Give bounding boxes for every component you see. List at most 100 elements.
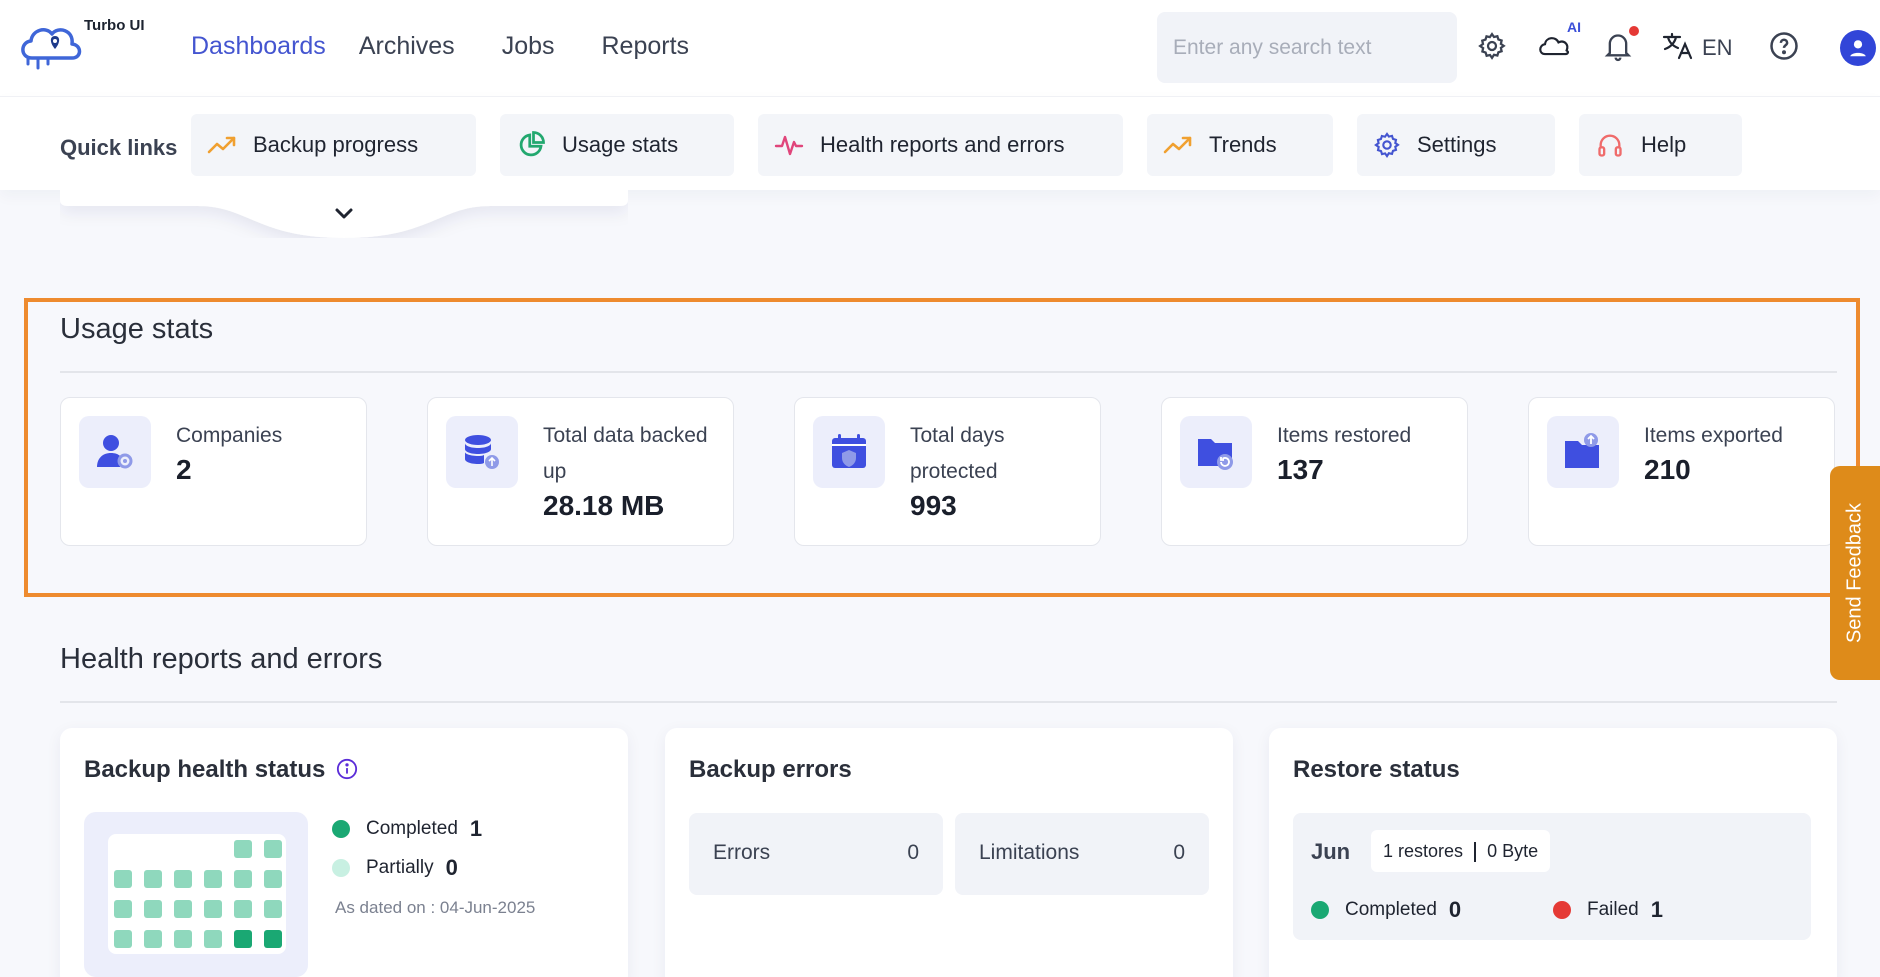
top-navigation-bar: Turbo UI Dashboards Archives Jobs Report…	[0, 0, 1880, 96]
stat-card-companies: Companies 2	[60, 397, 367, 546]
heatmap-cell	[204, 900, 222, 918]
restore-month: Jun	[1311, 839, 1351, 864]
errors-value: 0	[907, 841, 919, 864]
pill-separator	[1474, 842, 1477, 863]
stat-card-items-restored: Items restored 137	[1161, 397, 1468, 546]
language-selector[interactable]: EN	[1702, 35, 1733, 61]
errors-label: Errors	[713, 841, 771, 864]
quick-link-label: Health reports and errors	[820, 132, 1065, 157]
send-feedback-button[interactable]: Send Feedback	[1830, 466, 1880, 680]
stat-label: Total days protected	[910, 424, 1005, 483]
nav-archives[interactable]: Archives	[359, 32, 455, 61]
restore-status-title: Restore status	[1293, 756, 1460, 783]
legend-value: 0	[1448, 897, 1462, 922]
quick-link-label: Usage stats	[562, 132, 679, 157]
quick-link-backup-progress[interactable]: Backup progress	[191, 114, 476, 176]
restore-size: 0 Byte	[1487, 841, 1539, 861]
heatmap-cell	[174, 870, 192, 888]
heatmap-cell	[204, 870, 222, 888]
legend-value: 1	[1650, 897, 1663, 922]
heatmap-cell	[144, 870, 162, 888]
folder-export-icon	[1547, 416, 1619, 488]
heatmap-cell	[234, 870, 252, 888]
stat-value: 210	[1644, 454, 1691, 485]
nav-jobs[interactable]: Jobs	[502, 32, 555, 61]
gear-icon	[1374, 132, 1400, 158]
folder-restore-icon	[1180, 416, 1252, 488]
stat-value: 137	[1277, 454, 1324, 485]
main-nav: Dashboards Archives Jobs Reports	[191, 32, 722, 61]
notification-dot	[1629, 26, 1639, 36]
restore-failed: Failed 1	[1553, 897, 1663, 923]
heatmap-cell	[264, 840, 282, 858]
heatmap-cell	[114, 930, 132, 948]
user-gear-icon	[79, 416, 151, 488]
heatmap-cell	[114, 900, 132, 918]
pie-chart-icon	[519, 131, 545, 157]
send-feedback-label: Send Feedback	[1843, 502, 1866, 644]
translate-icon[interactable]	[1660, 28, 1696, 64]
settings-gear-icon[interactable]	[1474, 28, 1510, 64]
trending-up-icon	[207, 136, 236, 154]
heatmap-cell	[264, 930, 282, 948]
legend-partially: Partially 0	[332, 855, 458, 881]
quick-link-usage-stats[interactable]: Usage stats	[500, 114, 734, 176]
quick-link-health-reports[interactable]: Health reports and errors	[758, 114, 1123, 176]
stat-value: 28.18 MB	[543, 490, 665, 521]
limitations-box[interactable]: Limitations 0	[955, 813, 1209, 895]
stat-label: Total data backed up	[543, 424, 708, 483]
stat-label: Companies	[176, 424, 283, 447]
quick-link-settings[interactable]: Settings	[1357, 114, 1555, 176]
nav-dashboards[interactable]: Dashboards	[191, 32, 326, 61]
limitations-label: Limitations	[979, 841, 1080, 864]
user-avatar[interactable]	[1840, 30, 1876, 66]
calendar-shield-icon	[813, 416, 885, 488]
legend-value: 0	[445, 855, 458, 880]
stat-card-total-data: Total data backed up 28.18 MB	[427, 397, 734, 546]
completed-dot	[332, 820, 350, 838]
quick-link-trends[interactable]: Trends	[1147, 114, 1333, 176]
errors-box[interactable]: Errors 0	[689, 813, 943, 895]
stat-card-total-days: Total days protected 993	[794, 397, 1101, 546]
quick-links-title: Quick links	[60, 135, 178, 160]
legend-label: Partially	[366, 857, 434, 878]
turbo-ui-logo[interactable]	[16, 18, 86, 70]
limitations-value: 0	[1173, 841, 1185, 864]
legend-label: Completed	[366, 818, 458, 839]
help-question-icon[interactable]	[1766, 28, 1802, 64]
quick-link-help[interactable]: Help	[1579, 114, 1742, 176]
pulse-icon	[774, 135, 804, 156]
quick-link-label: Trends	[1209, 132, 1277, 157]
heatmap-cell	[264, 870, 282, 888]
heatmap-cell	[144, 930, 162, 948]
restore-count: 1 restores	[1383, 841, 1464, 861]
quick-link-label: Settings	[1417, 132, 1497, 157]
failed-dot	[1553, 901, 1571, 919]
app-name: Turbo UI	[84, 17, 145, 34]
legend-label: Completed	[1345, 899, 1437, 920]
stat-label: Items restored	[1277, 424, 1412, 447]
quick-link-label: Help	[1641, 132, 1687, 157]
heatmap-cell	[144, 900, 162, 918]
partial-dot	[332, 859, 350, 877]
database-icon	[446, 416, 518, 488]
heatmap-cell	[204, 930, 222, 948]
heatmap-cell	[114, 870, 132, 888]
legend-label: Failed	[1587, 899, 1639, 920]
restore-summary-pill: 1 restores 0 Byte	[1371, 830, 1551, 872]
usage-stats-divider	[60, 371, 1837, 373]
quick-links-bar: Quick links Backup progress Usage stats …	[0, 96, 1880, 190]
health-section-title: Health reports and errors	[60, 643, 383, 675]
heatmap-cell	[234, 930, 252, 948]
nav-reports[interactable]: Reports	[602, 32, 690, 61]
collapse-toggle[interactable]	[60, 190, 628, 238]
heatmap-cell	[234, 840, 252, 858]
heatmap-cell	[264, 900, 282, 918]
health-divider	[60, 701, 1837, 703]
backup-health-title: Backup health status	[84, 756, 326, 783]
search-input[interactable]	[1157, 12, 1457, 83]
heatmap-cell	[174, 900, 192, 918]
stat-value: 993	[910, 490, 957, 521]
headset-icon	[1598, 134, 1622, 157]
info-icon[interactable]	[336, 758, 358, 785]
